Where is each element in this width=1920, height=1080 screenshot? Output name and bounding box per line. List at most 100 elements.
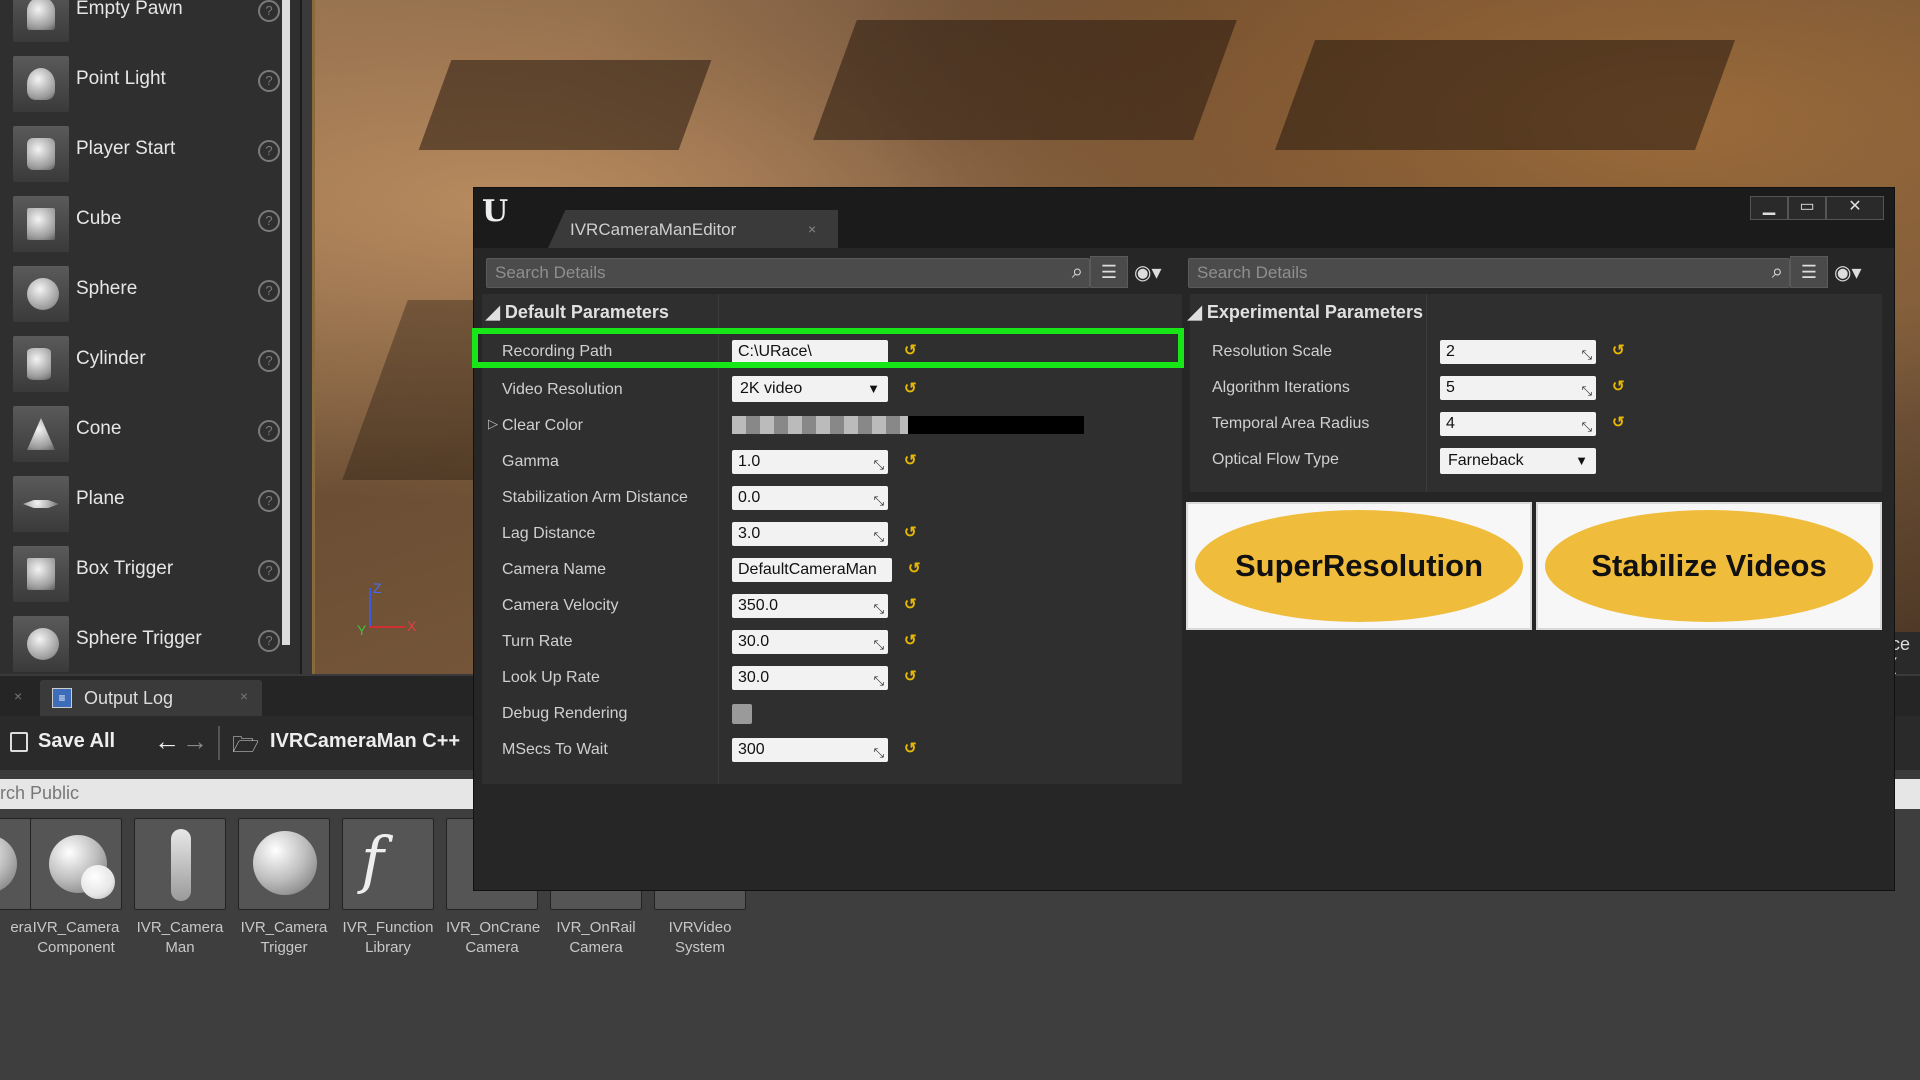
help-icon[interactable]: ? <box>258 560 280 582</box>
camera-velocity-spinbox[interactable]: 350.0 ⤡ <box>732 594 888 618</box>
view-options-list-icon[interactable]: ☰ <box>1790 256 1828 288</box>
algorithm-iterations-spinbox[interactable]: 5 ⤡ <box>1440 376 1596 400</box>
palette-item-point-light[interactable]: Point Light ? <box>0 50 280 120</box>
resolution-scale-spinbox[interactable]: 2 ⤡ <box>1440 340 1596 364</box>
reset-arrow-icon[interactable]: ↺ <box>1612 413 1625 431</box>
pawn-icon <box>13 0 69 42</box>
palette-item-player-start[interactable]: Player Start ? <box>0 120 280 190</box>
reset-arrow-icon[interactable]: ↺ <box>904 631 917 649</box>
palette-scrollbar[interactable] <box>282 0 290 645</box>
palette-item-sphere[interactable]: Sphere ? <box>0 260 280 330</box>
content-path[interactable]: IVRCameraMan C++ <box>270 730 460 753</box>
reset-arrow-icon[interactable]: ↺ <box>908 559 921 577</box>
expand-arrow-icon[interactable]: ▷ <box>488 416 498 432</box>
details-search-input-right[interactable]: Search Details ⌕ <box>1188 258 1790 288</box>
asset-tile[interactable]: IVR_Camera Component <box>30 818 122 958</box>
msecs-to-wait-spinbox[interactable]: 300 ⤡ <box>732 738 888 762</box>
help-icon[interactable]: ? <box>258 70 280 92</box>
help-icon[interactable]: ? <box>258 350 280 372</box>
lag-distance-spinbox[interactable]: 3.0 ⤡ <box>732 522 888 546</box>
row-debug-rendering: Debug Rendering <box>482 696 1182 732</box>
asset-tile[interactable]: IVR_Camera Trigger <box>238 818 330 958</box>
reset-arrow-icon[interactable]: ↺ <box>904 451 917 469</box>
view-options-list-icon[interactable]: ☰ <box>1090 256 1128 288</box>
eye-visibility-icon[interactable]: ◉▾ <box>1834 260 1862 285</box>
palette-item-plane[interactable]: Plane ? <box>0 470 280 540</box>
asset-name: IVR_Camera Component <box>32 919 120 956</box>
palette-item-label: Sphere <box>76 278 138 299</box>
row-label: Temporal Area Radius <box>1212 415 1370 432</box>
reset-arrow-icon[interactable]: ↺ <box>1612 341 1625 359</box>
asset-tile[interactable]: era <box>0 818 32 938</box>
spin-arrows-icon: ⤡ <box>1581 383 1592 398</box>
row-gamma: Gamma 1.0 ⤡ ↺ <box>482 444 1182 480</box>
look-up-rate-spinbox[interactable]: 30.0 ⤡ <box>732 666 888 690</box>
spin-arrows-icon: ⤡ <box>873 493 884 508</box>
axis-gizmo: Z X Y <box>355 580 435 640</box>
palette-item-empty-pawn[interactable]: Empty Pawn ? <box>0 0 280 50</box>
reset-arrow-icon[interactable]: ↺ <box>1612 377 1625 395</box>
back-arrow-icon[interactable]: ← <box>154 726 180 757</box>
toolbar-divider <box>218 726 220 760</box>
viewport-rock-shadow <box>1274 40 1736 150</box>
details-search-input-left[interactable]: Search Details ⌕ <box>486 258 1090 288</box>
dropdown-arrow-icon: ▼ <box>1575 453 1588 468</box>
close-tab-icon[interactable]: × <box>240 688 248 704</box>
help-icon[interactable]: ? <box>258 210 280 232</box>
reset-arrow-icon[interactable]: ↺ <box>904 523 917 541</box>
reset-arrow-icon[interactable]: ↺ <box>904 667 917 685</box>
stabilization-arm-distance-spinbox[interactable]: 0.0 ⤡ <box>732 486 888 510</box>
maximize-icon[interactable]: ▭ <box>1788 196 1826 220</box>
viewport-rock-shadow <box>813 20 1237 140</box>
reset-arrow-icon[interactable]: ↺ <box>904 595 917 613</box>
temporal-area-radius-spinbox[interactable]: 4 ⤡ <box>1440 412 1596 436</box>
search-placeholder: Search Details <box>1197 263 1308 282</box>
gamma-spinbox[interactable]: 1.0 ⤡ <box>732 450 888 474</box>
row-label: Turn Rate <box>502 633 573 650</box>
help-icon[interactable]: ? <box>258 0 280 22</box>
palette-item-cylinder[interactable]: Cylinder ? <box>0 330 280 400</box>
optical-flow-type-select[interactable]: Farneback ▼ <box>1440 448 1596 474</box>
help-icon[interactable]: ? <box>258 490 280 512</box>
debug-rendering-checkbox[interactable] <box>732 704 752 724</box>
close-tab-icon[interactable]: × <box>808 221 816 237</box>
stabilize-videos-button[interactable]: Stabilize Videos <box>1536 502 1882 630</box>
asset-tile[interactable]: IVR_Camera Man <box>134 818 226 958</box>
asset-name: IVR_OnRail Camera <box>556 919 636 956</box>
turn-rate-spinbox[interactable]: 30.0 ⤡ <box>732 630 888 654</box>
spin-arrows-icon: ⤡ <box>873 457 884 472</box>
close-tab-icon[interactable]: × <box>14 688 22 704</box>
help-icon[interactable]: ? <box>258 420 280 442</box>
palette-item-label: Cone <box>76 418 122 439</box>
eye-visibility-icon[interactable]: ◉▾ <box>1134 260 1162 285</box>
help-icon[interactable]: ? <box>258 140 280 162</box>
row-lag-distance: Lag Distance 3.0 ⤡ ↺ <box>482 516 1182 552</box>
minimize-icon[interactable]: ▁ <box>1750 196 1788 220</box>
default-parameters-header[interactable]: ◢ Default Parameters <box>486 302 669 323</box>
clear-color-swatch[interactable] <box>908 416 1084 434</box>
experimental-parameters-header[interactable]: ◢ Experimental Parameters <box>1188 302 1423 323</box>
palette-item-sphere-trigger[interactable]: Sphere Trigger ? <box>0 610 280 680</box>
camera-name-field[interactable]: DefaultCameraMan <box>732 558 892 582</box>
palette-item-label: Cube <box>76 208 122 229</box>
folder-icon: 🗁 <box>232 732 260 757</box>
reset-arrow-icon[interactable]: ↺ <box>904 379 917 397</box>
super-resolution-button[interactable]: SuperResolution <box>1186 502 1532 630</box>
row-label: Look Up Rate <box>502 669 600 686</box>
asset-tile[interactable]: f IVR_Function Library <box>342 818 434 958</box>
reset-arrow-icon[interactable]: ↺ <box>904 739 917 757</box>
spin-arrows-icon: ⤡ <box>1581 347 1592 362</box>
save-icon <box>10 732 28 752</box>
palette-item-cube[interactable]: Cube ? <box>0 190 280 260</box>
video-resolution-select[interactable]: 2K video ▼ <box>732 376 888 402</box>
help-icon[interactable]: ? <box>258 280 280 302</box>
unreal-logo-icon: U <box>482 194 509 229</box>
color-alpha-checker[interactable] <box>732 416 908 434</box>
close-window-icon[interactable]: ✕ <box>1826 196 1884 220</box>
palette-item-box-trigger[interactable]: Box Trigger ? <box>0 540 280 610</box>
row-label: Camera Velocity <box>502 597 619 614</box>
help-icon[interactable]: ? <box>258 630 280 652</box>
tab-output-log[interactable]: ≡ Output Log × <box>40 680 262 716</box>
palette-item-cone[interactable]: Cone ? <box>0 400 280 470</box>
forward-arrow-icon[interactable]: → <box>182 726 208 757</box>
